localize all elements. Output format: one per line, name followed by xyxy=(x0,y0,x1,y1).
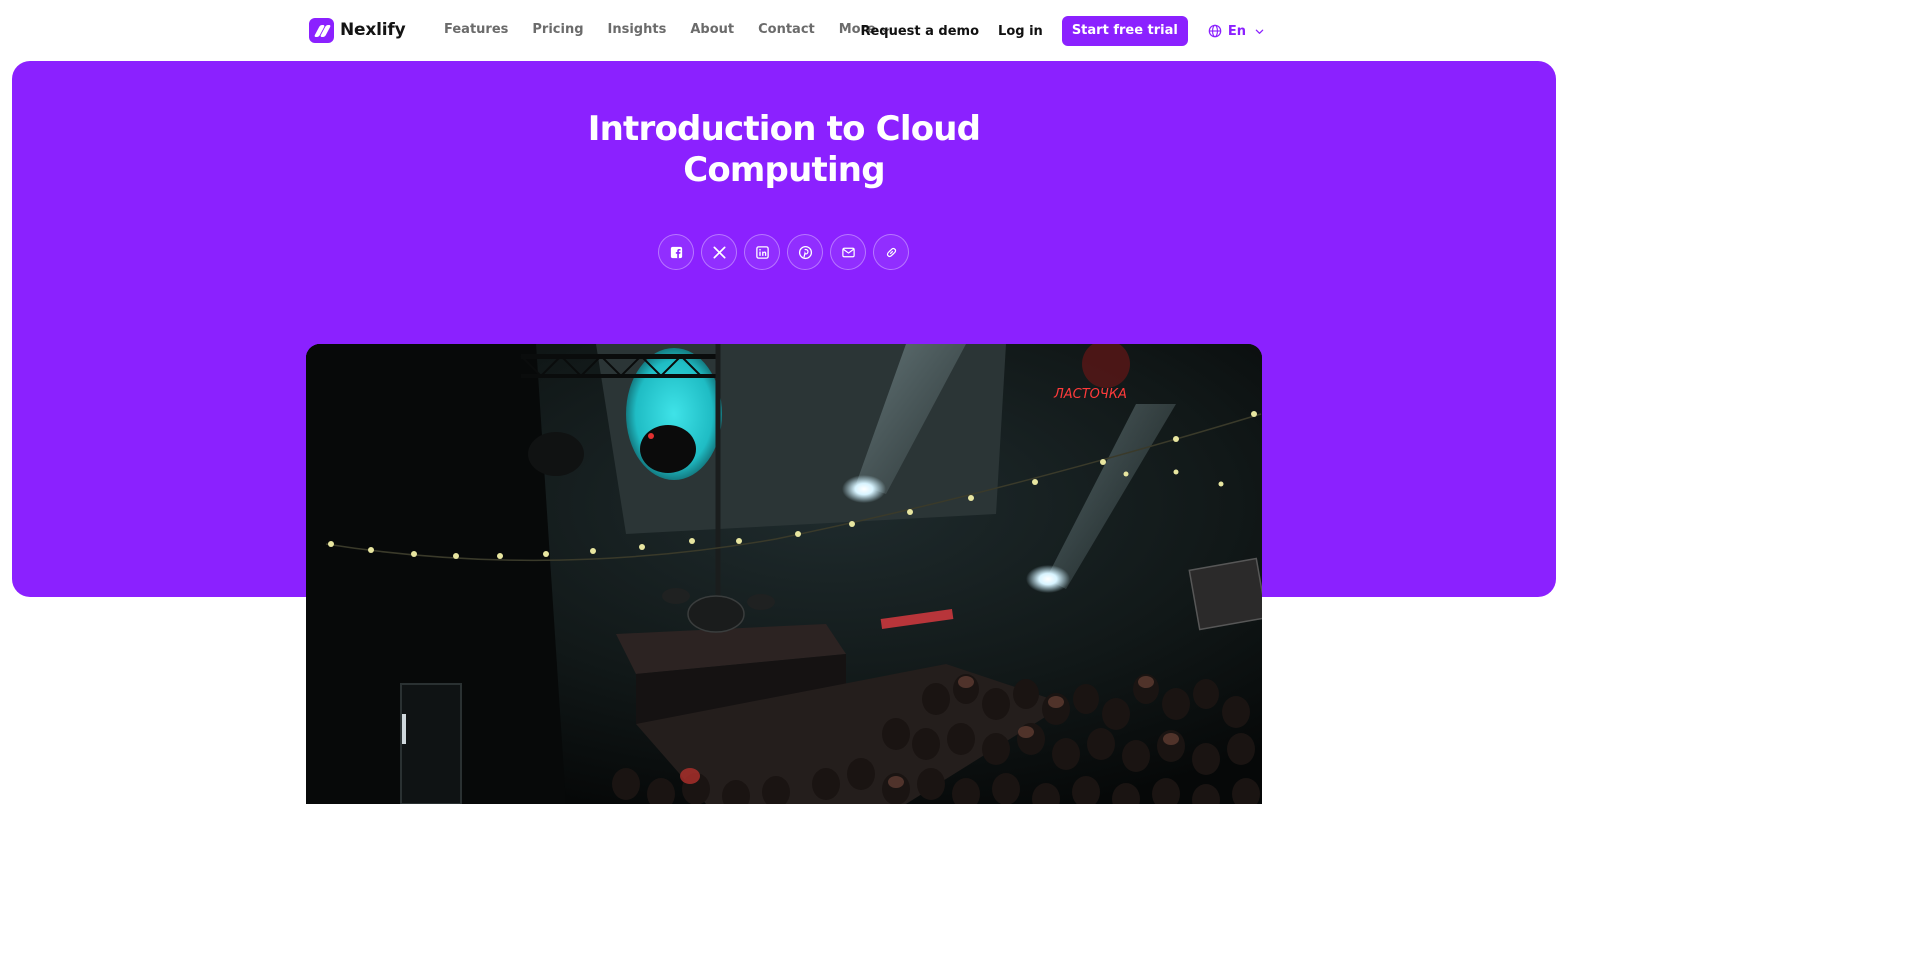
concert-photo: ЛАСТОЧКА xyxy=(306,344,1262,804)
login-link[interactable]: Log in xyxy=(998,24,1043,39)
nav-item-insights[interactable]: Insights xyxy=(608,20,667,40)
pinterest-icon xyxy=(798,245,812,259)
share-facebook-button[interactable] xyxy=(658,234,694,270)
brand-name: Nexlify xyxy=(340,20,406,40)
brand-logo[interactable]: Nexlify xyxy=(309,16,406,44)
share-x-button[interactable] xyxy=(701,234,737,270)
page-title: Introduction to Cloud Computing xyxy=(12,109,1556,191)
main-menu: Features Pricing Insights About Contact … xyxy=(444,20,914,40)
page-title-line-2: Computing xyxy=(683,150,885,190)
globe-icon xyxy=(1208,24,1222,38)
neon-sign-text: ЛАСТОЧКА xyxy=(1053,387,1127,402)
x-icon xyxy=(713,246,725,258)
email-icon xyxy=(841,247,855,257)
nav-item-pricing[interactable]: Pricing xyxy=(532,20,583,40)
logo-icon xyxy=(309,17,334,43)
nav-actions: Request a demo Log in Start free trial E… xyxy=(860,16,1264,46)
share-buttons xyxy=(658,234,909,270)
chevron-down-icon xyxy=(1255,29,1264,34)
facebook-icon xyxy=(670,246,682,258)
share-pinterest-button[interactable] xyxy=(787,234,823,270)
share-linkedin-button[interactable] xyxy=(744,234,780,270)
page-title-line-1: Introduction to Cloud xyxy=(587,109,981,149)
request-demo-link[interactable]: Request a demo xyxy=(860,24,979,39)
link-icon xyxy=(886,247,896,257)
linkedin-icon xyxy=(755,245,769,259)
copy-link-button[interactable] xyxy=(873,234,909,270)
share-email-button[interactable] xyxy=(830,234,866,270)
article-hero-image: ЛАСТОЧКА xyxy=(306,344,1262,804)
start-free-trial-button[interactable]: Start free trial xyxy=(1061,16,1188,46)
language-label: En xyxy=(1227,23,1246,39)
nav-item-features[interactable]: Features xyxy=(444,20,508,40)
top-navigation: Nexlify Features Pricing Insights About … xyxy=(0,0,1568,61)
nav-item-contact[interactable]: Contact xyxy=(758,20,815,40)
nav-item-about[interactable]: About xyxy=(690,20,734,40)
language-selector[interactable]: En xyxy=(1208,24,1264,39)
